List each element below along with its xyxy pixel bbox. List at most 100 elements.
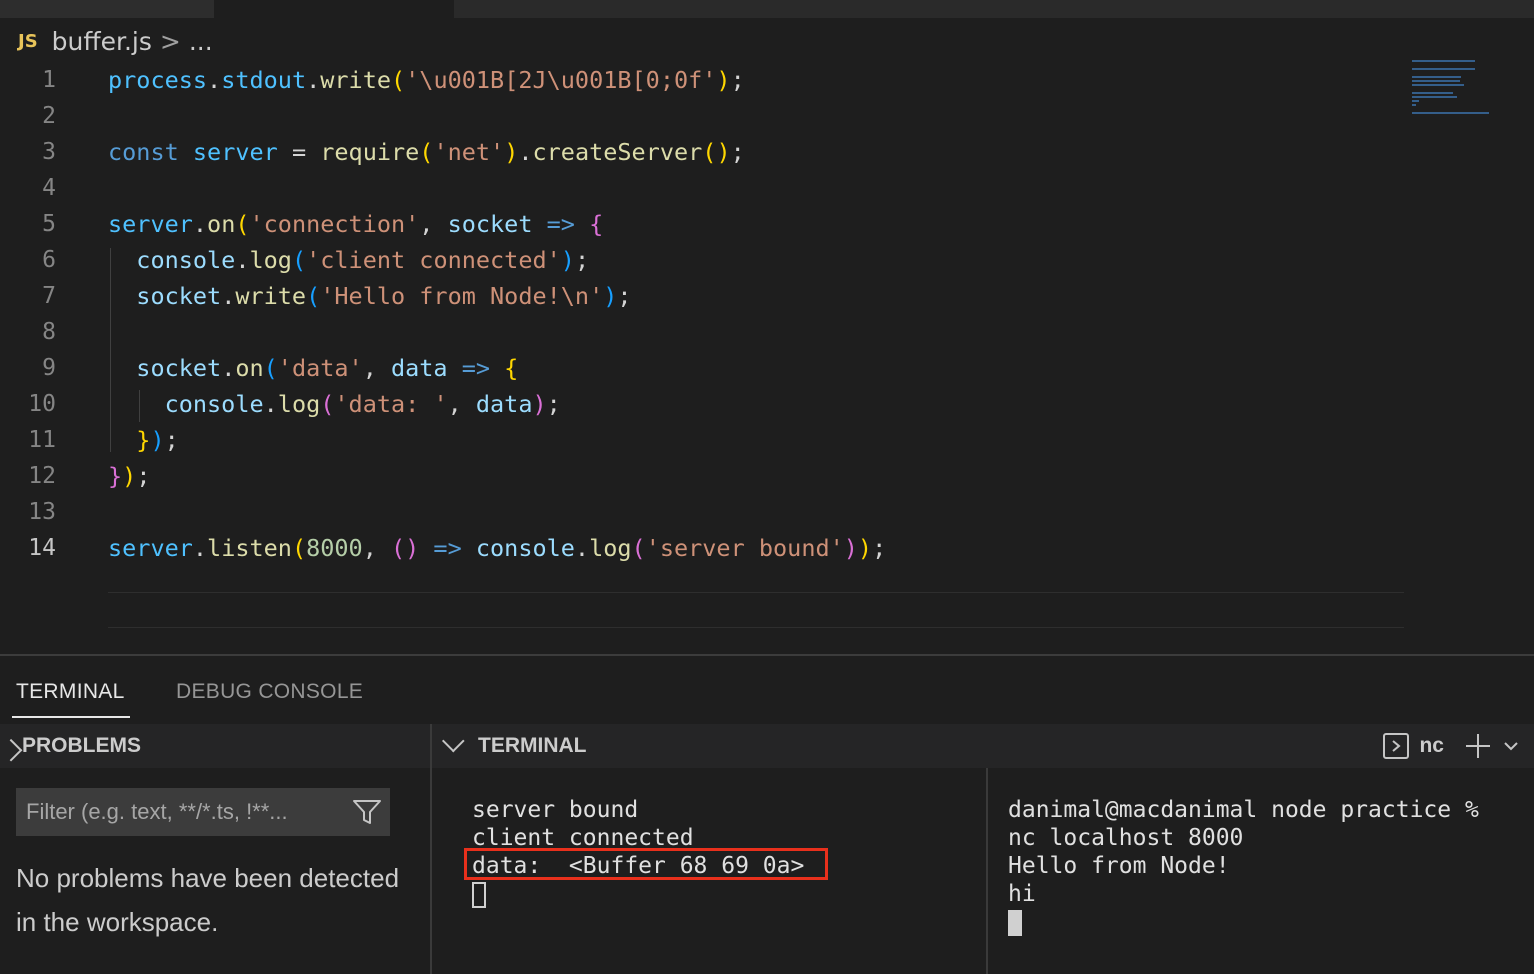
- code-text[interactable]: const server = require('net').createServ…: [108, 138, 745, 166]
- code-line[interactable]: 8: [0, 314, 1420, 350]
- code-token: .: [518, 138, 533, 166]
- breadcrumb-filename[interactable]: buffer.js: [52, 27, 152, 56]
- line-number[interactable]: 4: [0, 175, 56, 201]
- code-token: (: [235, 210, 250, 238]
- code-editor[interactable]: 1 process.stdout.write('\u001B[2J\u001B[0…: [0, 62, 1534, 652]
- code-token: ,: [419, 210, 448, 238]
- terminal-split-right[interactable]: danimal@macdanimal node practice % nc lo…: [988, 768, 1534, 974]
- code-line[interactable]: 6 console.log('client connected');: [0, 242, 1420, 278]
- indent-guide: [139, 390, 140, 422]
- line-number[interactable]: 5: [0, 211, 56, 237]
- breadcrumb: JS buffer.js > ...: [18, 24, 213, 58]
- code-token: ): [560, 246, 575, 274]
- code-token: ): [716, 66, 731, 94]
- line-number[interactable]: 1: [0, 67, 56, 93]
- code-token: ;: [546, 390, 561, 418]
- line-number[interactable]: 7: [0, 283, 56, 309]
- line-number[interactable]: 13: [0, 499, 56, 525]
- problems-filter-input[interactable]: [26, 799, 344, 825]
- code-line[interactable]: 2: [0, 98, 1420, 134]
- line-number[interactable]: 3: [0, 139, 56, 165]
- terminal-actions: nc: [1383, 732, 1520, 760]
- tab-debug-console[interactable]: DEBUG CONSOLE: [176, 680, 363, 704]
- tab-terminal[interactable]: TERMINAL: [16, 680, 125, 704]
- problems-title: PROBLEMS: [22, 734, 142, 757]
- code-text[interactable]: });: [108, 426, 178, 454]
- code-line[interactable]: 7 socket.write('Hello from Node!\n');: [0, 278, 1420, 314]
- line-number[interactable]: 12: [0, 463, 56, 489]
- code-line[interactable]: 3 const server = require('net').createSer…: [0, 134, 1420, 170]
- code-token: write: [235, 282, 307, 310]
- tab-inactive[interactable]: [0, 0, 214, 18]
- minimap-line: [1412, 80, 1460, 82]
- plus-icon[interactable]: [1464, 732, 1492, 760]
- code-token: 'data: ': [334, 390, 448, 418]
- terminal-icon[interactable]: [1383, 733, 1410, 759]
- line-number[interactable]: 11: [0, 427, 56, 453]
- line-number[interactable]: 6: [0, 247, 56, 273]
- code-text[interactable]: console.log('client connected');: [108, 246, 589, 274]
- code-token: write: [320, 66, 391, 94]
- code-token: (: [291, 246, 307, 274]
- code-token: 8000: [306, 534, 363, 562]
- problems-header[interactable]: PROBLEMS: [0, 724, 430, 768]
- code-text[interactable]: socket.on('data', data => {: [108, 354, 518, 382]
- chevron-down-icon[interactable]: [1502, 737, 1520, 755]
- code-token: ;: [617, 282, 632, 310]
- line-number[interactable]: 9: [0, 355, 56, 381]
- code-token: '\u001B[2J\u001B[0;0f': [405, 66, 717, 94]
- terminal-name[interactable]: nc: [1419, 734, 1444, 758]
- line-number[interactable]: 14: [0, 535, 56, 561]
- breadcrumb-more[interactable]: ...: [189, 27, 213, 56]
- terminal-output-line: server bound: [472, 797, 639, 823]
- code-line[interactable]: 5 server.on('connection', socket => {: [0, 206, 1420, 242]
- code-line[interactable]: 12});: [0, 458, 1420, 494]
- terminal-output-line: danimal@macdanimal node practice %: [1008, 797, 1479, 823]
- line-number[interactable]: 2: [0, 103, 56, 129]
- code-token: .: [574, 534, 590, 562]
- code-token: log: [277, 390, 321, 418]
- code-token: (: [631, 534, 646, 562]
- code-text[interactable]: server.listen(8000, () => console.log('s…: [108, 534, 886, 562]
- code-line[interactable]: 11 });: [0, 422, 1420, 458]
- terminal-header[interactable]: TERMINAL: [432, 724, 1534, 768]
- code-line[interactable]: 1 process.stdout.write('\u001B[2J\u001B[0…: [0, 62, 1420, 98]
- minimap-line: [1412, 104, 1417, 106]
- code-text[interactable]: process.stdout.write('\u001B[2J\u001B[0;…: [108, 66, 745, 94]
- minimap[interactable]: [1410, 60, 1534, 120]
- code-token: socket: [136, 282, 222, 310]
- code-token: ,: [362, 354, 391, 382]
- code-token: data: [390, 354, 448, 382]
- code-line[interactable]: 14 server.listen(8000, () => console.log(…: [0, 530, 1420, 566]
- code-token: .: [221, 354, 236, 382]
- problems-empty-message: No problems have been detected in the wo…: [16, 863, 400, 937]
- code-text[interactable]: server.on('connection', socket => {: [108, 210, 603, 238]
- code-line[interactable]: 9 socket.on('data', data => {: [0, 350, 1420, 386]
- code-token: (: [320, 390, 335, 418]
- code-token: .: [192, 534, 208, 562]
- tab-active[interactable]: [214, 0, 454, 18]
- code-text[interactable]: socket.write('Hello from Node!\n');: [108, 282, 632, 310]
- code-token: ;: [574, 246, 590, 274]
- code-line[interactable]: 13: [0, 494, 1420, 530]
- terminal-split-left[interactable]: server bound client connected data: <Buf…: [432, 768, 988, 974]
- line-number[interactable]: 10: [0, 391, 56, 417]
- code-token: ): [504, 138, 519, 166]
- code-token: on: [207, 210, 236, 238]
- minimap-line: [1412, 60, 1475, 62]
- filter-icon[interactable]: [352, 798, 382, 826]
- code-line[interactable]: 10 console.log('data: ', data);: [0, 386, 1420, 422]
- code-token: socket: [136, 354, 222, 382]
- line-number[interactable]: 8: [0, 319, 56, 345]
- code-token: (: [391, 66, 406, 94]
- code-line[interactable]: 4: [0, 170, 1420, 206]
- code-text[interactable]: });: [108, 462, 150, 490]
- code-token: on: [235, 354, 264, 382]
- code-text[interactable]: console.log('data: ', data);: [108, 390, 561, 418]
- code-token: socket: [447, 210, 533, 238]
- code-token: ): [603, 282, 618, 310]
- code-token: .: [263, 390, 278, 418]
- minimap-line: [1412, 68, 1475, 70]
- minimap-line: [1412, 112, 1489, 114]
